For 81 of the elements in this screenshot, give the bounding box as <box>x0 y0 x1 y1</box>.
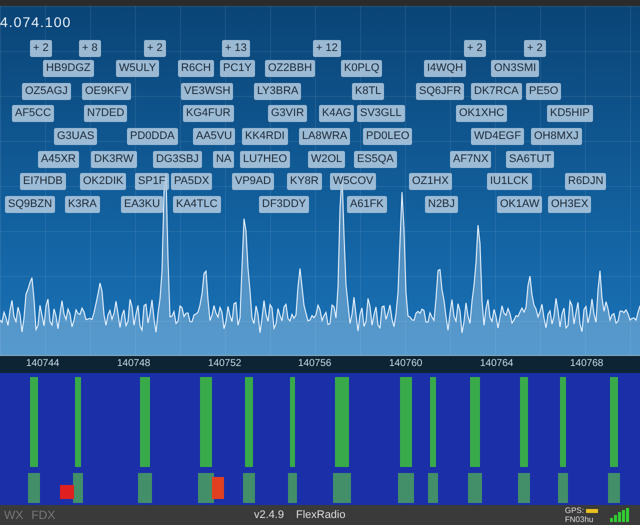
callsign-spot[interactable]: SQ6JFR <box>416 83 464 100</box>
callsign-spot[interactable]: AF7NX <box>450 151 492 168</box>
callsign-spot[interactable]: OZ5AGJ <box>22 83 71 100</box>
frequency-tick-label: 140756 <box>298 358 332 369</box>
callsign-spot[interactable]: HB9DGZ <box>43 60 94 77</box>
callsign-spot[interactable]: LY3BRA <box>254 83 302 100</box>
callsign-spot[interactable]: IU1LCK <box>487 173 532 190</box>
callsign-spot[interactable]: OH3EX <box>548 196 592 213</box>
spot-count-badge[interactable]: + 13 <box>222 40 250 57</box>
callsign-spot[interactable]: W5COV <box>330 173 376 190</box>
callsign-spot[interactable]: K3RA <box>65 196 100 213</box>
version-label: v2.4.9 <box>254 509 284 521</box>
gps-label: GPS: <box>564 506 584 515</box>
frequency-tick-label: 140760 <box>389 358 422 369</box>
callsign-spot[interactable]: SV3GLL <box>357 105 405 122</box>
callsign-spot[interactable]: PD0DDA <box>127 128 178 145</box>
callsign-spot[interactable]: KA4TLC <box>173 196 221 213</box>
callsign-spot[interactable]: SP1F <box>135 173 169 190</box>
callsign-spot[interactable]: A61FK <box>347 196 387 213</box>
callsign-spot[interactable]: K4AG <box>319 105 354 122</box>
callsign-spot[interactable]: OK1AW <box>497 196 542 213</box>
callsign-spot[interactable]: PA5DX <box>171 173 212 190</box>
callsign-spot[interactable]: OZ1HX <box>409 173 452 190</box>
grid-square-label: FN03hu <box>564 515 594 524</box>
callsign-spot[interactable]: R6DJN <box>565 173 606 190</box>
callsign-spot[interactable]: OZ2BBH <box>265 60 316 77</box>
callsign-spot[interactable]: R6CH <box>178 60 214 77</box>
callsign-spot[interactable]: ON3SMI <box>491 60 540 77</box>
callsign-spot[interactable]: KG4FUR <box>183 105 234 122</box>
callsign-spot[interactable]: N7DED <box>84 105 128 122</box>
callsign-spot[interactable]: KK4RDI <box>242 128 288 145</box>
callsign-spot[interactable]: ES5QA <box>354 151 397 168</box>
spot-count-badge[interactable]: + 8 <box>79 40 101 57</box>
frequency-readout: 4.074.100 <box>0 14 72 30</box>
callsign-spot[interactable]: AF5CC <box>12 105 54 122</box>
spot-count-badge[interactable]: + 2 <box>144 40 166 57</box>
callsign-spot[interactable]: K8TL <box>352 83 384 100</box>
callsign-spot[interactable]: LU7HEO <box>240 151 290 168</box>
callsign-spot[interactable]: PC1Y <box>220 60 255 77</box>
callsign-spot[interactable]: OE9KFV <box>82 83 132 100</box>
spot-count-badge[interactable]: + 2 <box>464 40 486 57</box>
callsign-spot[interactable]: PD0LEO <box>363 128 412 145</box>
callsign-spot[interactable]: NA <box>213 151 234 168</box>
callsign-spot[interactable]: G3UAS <box>54 128 98 145</box>
brand-label: FlexRadio <box>296 509 346 521</box>
frequency-tick-label: 140752 <box>208 358 242 369</box>
callsign-spot[interactable]: DK7RCA <box>471 83 522 100</box>
signal-strength-icon <box>610 508 630 522</box>
callsign-spot[interactable]: KD5HIP <box>547 105 593 122</box>
callsign-spot[interactable]: KY8R <box>287 173 322 190</box>
callsign-spot[interactable]: EI7HDB <box>20 173 66 190</box>
callsign-spot[interactable]: SA6TUT <box>506 151 554 168</box>
spot-count-badge[interactable]: + 2 <box>30 40 52 57</box>
frequency-tick-label: 140748 <box>117 358 150 369</box>
callsign-spot[interactable]: VE3WSH <box>181 83 234 100</box>
callsign-spot[interactable]: DG3SBJ <box>153 151 202 168</box>
callsign-spot[interactable]: DF3DDY <box>259 196 310 213</box>
spot-count-badge[interactable]: + 12 <box>313 40 341 57</box>
callsign-spot[interactable]: EA3KU <box>121 196 164 213</box>
gps-status-icon <box>586 508 598 512</box>
callsign-spot[interactable]: OH8MXJ <box>531 128 582 145</box>
callsign-spot[interactable]: OK1XHC <box>456 105 508 122</box>
callsign-spot[interactable]: I4WQH <box>424 60 466 77</box>
callsign-spot[interactable]: AA5VU <box>193 128 236 145</box>
callsign-spot[interactable]: VP9AD <box>232 173 274 190</box>
callsign-spot[interactable]: A45XR <box>38 151 79 168</box>
callsign-spot[interactable]: K0PLQ <box>341 60 382 77</box>
callsign-spot[interactable]: SQ9BZN <box>5 196 56 213</box>
frequency-tick-label: 140764 <box>480 358 514 369</box>
frequency-tick-label: 140768 <box>570 358 604 369</box>
callsign-spot[interactable]: G3VIR <box>268 105 308 122</box>
callsign-spot[interactable]: PE5O <box>526 83 562 100</box>
callsign-spot[interactable]: W5ULY <box>116 60 160 77</box>
callsign-spot[interactable]: N2BJ <box>425 196 458 213</box>
spot-count-badge[interactable]: + 2 <box>524 40 546 57</box>
frequency-tick-label: 140744 <box>26 358 60 369</box>
callsign-spot[interactable]: OK2DIK <box>80 173 126 190</box>
callsign-spot[interactable]: LA8WRA <box>299 128 350 145</box>
callsign-spot[interactable]: WD4EGF <box>471 128 524 145</box>
callsign-spot[interactable]: W2OL <box>308 151 346 168</box>
callsign-spot[interactable]: DK3RW <box>91 151 137 168</box>
